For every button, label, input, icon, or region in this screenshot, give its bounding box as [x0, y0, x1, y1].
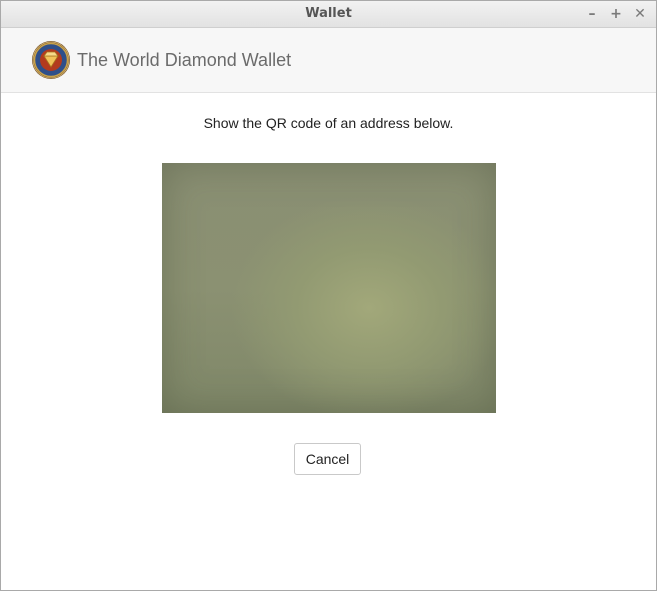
cancel-button[interactable]: Cancel	[294, 443, 361, 475]
title-bar[interactable]: Wallet – + ✕	[1, 1, 656, 28]
window-controls: – + ✕	[584, 1, 648, 27]
close-button[interactable]: ✕	[632, 6, 648, 22]
minimize-button[interactable]: –	[584, 6, 600, 22]
diamond-coin-logo-icon	[32, 41, 70, 79]
scan-instruction: Show the QR code of an address below.	[203, 115, 454, 131]
window-title: Wallet	[305, 6, 352, 21]
camera-preview	[162, 163, 496, 413]
qr-scan-panel: Show the QR code of an address below. Ca…	[1, 114, 656, 475]
app-name: The World Diamond Wallet	[77, 49, 292, 70]
wallet-window: Wallet – + ✕ The World Diamond Wallet Sh…	[0, 0, 657, 591]
app-header: The World Diamond Wallet	[1, 28, 656, 93]
maximize-button[interactable]: +	[608, 6, 624, 22]
